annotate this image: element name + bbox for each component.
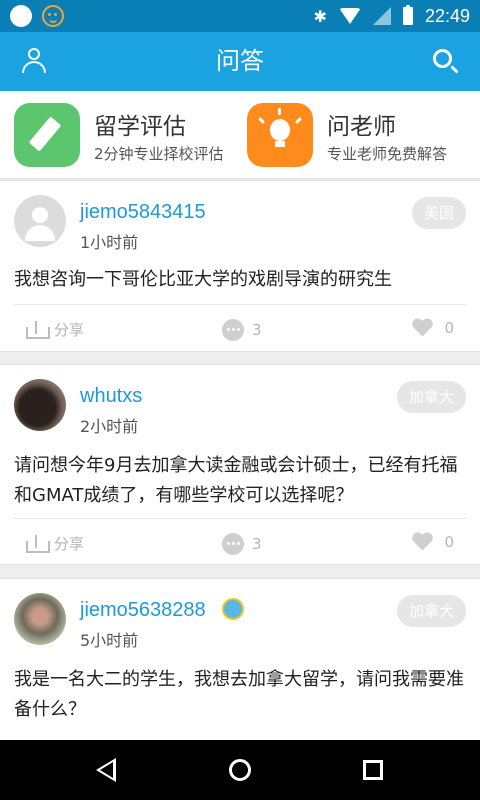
like-count: 0 (444, 319, 454, 337)
username[interactable]: jiemo5843415 (80, 201, 206, 224)
ask-teacher-entry[interactable]: 问老师 专业老师免费解答 (247, 103, 467, 167)
question-text[interactable]: 请问想今年9月去加拿大读金融或会计硕士，已经有托福和GMAT成绩了，有哪些学校可… (14, 451, 468, 511)
pencil-icon (14, 103, 80, 167)
clock: 22:49 (424, 5, 470, 26)
avatar[interactable] (14, 593, 66, 645)
username[interactable]: jiemo5638288 (80, 599, 206, 622)
study-abroad-assessment-entry[interactable]: 留学评估 2分钟专业择校评估 (14, 103, 238, 167)
question-text[interactable]: 我是一名大二的学生，我想去加拿大留学，请问我需要准备什么？ (14, 665, 468, 725)
bluetooth-icon: ✱ (313, 6, 327, 26)
action-bar: 分享 3 0 (14, 518, 466, 566)
app-notification-icon (10, 5, 32, 27)
quick-action-subtitle: 2分钟专业择校评估 (94, 145, 224, 163)
share-button[interactable]: 分享 (26, 533, 84, 554)
like-button[interactable]: 0 (412, 319, 454, 337)
user-level-badge-icon (222, 598, 244, 620)
question-card[interactable]: jiemo5638288 5小时前 加拿大 我是一名大二的学生，我想去加拿大留学… (0, 578, 480, 748)
like-count: 0 (444, 533, 454, 551)
heart-icon (412, 533, 432, 551)
share-label: 分享 (54, 535, 85, 553)
system-navigation-bar (0, 740, 480, 800)
question-card[interactable]: jiemo5843415 1小时前 美国 我想咨询一下哥伦比亚大学的戏剧导演的研… (0, 180, 480, 352)
quick-action-title: 问老师 (327, 114, 396, 140)
app-bar: 问答 (0, 32, 480, 91)
country-tag: 加拿大 (396, 595, 466, 627)
comment-button[interactable]: 3 (222, 319, 262, 341)
action-bar: 分享 3 0 (14, 304, 466, 352)
share-icon (26, 534, 50, 553)
avatar[interactable] (14, 379, 66, 431)
post-time: 2小时前 (80, 417, 139, 436)
home-icon[interactable] (229, 759, 251, 781)
username[interactable]: whutxs (80, 385, 142, 408)
question-card[interactable]: whutxs 2小时前 加拿大 请问想今年9月去加拿大读金融或会计硕士，已经有托… (0, 364, 480, 565)
share-icon (26, 320, 50, 339)
quick-action-title: 留学评估 (94, 114, 186, 140)
share-button[interactable]: 分享 (26, 319, 84, 340)
country-tag: 美国 (411, 197, 466, 229)
back-icon[interactable] (96, 758, 116, 782)
country-tag: 加拿大 (396, 381, 466, 413)
heart-icon (412, 319, 432, 337)
post-time: 1小时前 (80, 233, 139, 252)
quick-actions: 留学评估 2分钟专业择校评估 问老师 专业老师免费解答 (0, 91, 480, 179)
comment-icon (222, 533, 244, 555)
smiley-notification-icon (42, 5, 64, 27)
comment-count: 3 (252, 321, 262, 339)
share-label: 分享 (54, 321, 85, 339)
question-text[interactable]: 我想咨询一下哥伦比亚大学的戏剧导演的研究生 (14, 265, 468, 295)
signal-icon (372, 7, 391, 25)
post-time: 5小时前 (80, 631, 139, 650)
lightbulb-icon (247, 103, 313, 167)
wifi-icon (338, 8, 361, 24)
comment-button[interactable]: 3 (222, 533, 262, 555)
quick-action-subtitle: 专业老师免费解答 (327, 145, 448, 163)
comment-count: 3 (252, 535, 262, 553)
like-button[interactable]: 0 (412, 533, 454, 551)
comment-icon (222, 319, 244, 341)
status-bar: ✱ 22:49 (0, 0, 480, 32)
recent-apps-icon[interactable] (363, 760, 383, 780)
battery-icon (402, 5, 413, 25)
page-title: 问答 (216, 47, 264, 75)
avatar[interactable] (14, 195, 66, 247)
search-icon[interactable] (433, 49, 459, 75)
